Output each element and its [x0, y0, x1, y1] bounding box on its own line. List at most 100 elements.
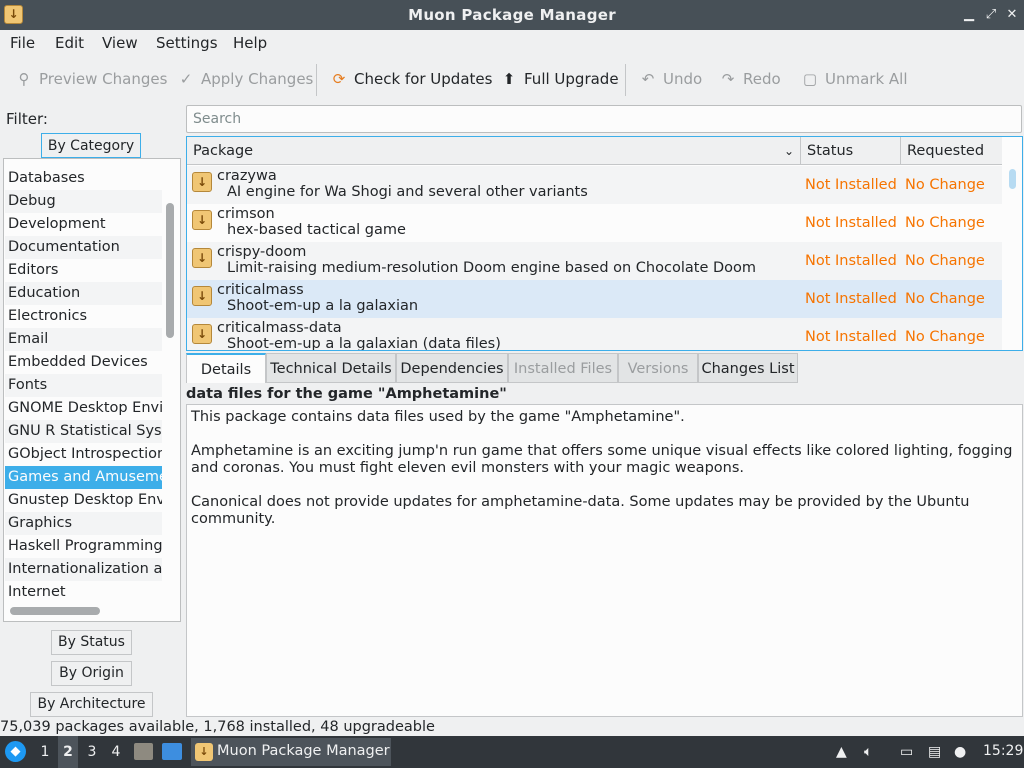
category-item[interactable]: GObject Introspection: [5, 443, 162, 466]
package-table: Package ⌄ Status Requested ↓ crazywa AI en…: [186, 136, 1023, 351]
column-requested[interactable]: Requested: [901, 137, 1001, 165]
package-vertical-scrollbar[interactable]: [1009, 169, 1016, 189]
unmark-all-button[interactable]: ▢ Unmark All: [802, 70, 908, 88]
tab-installed-files[interactable]: Installed Files: [508, 353, 618, 383]
search-icon: ⚲: [18, 70, 30, 88]
redo-button[interactable]: ↷ Redo: [720, 70, 781, 88]
updates-tray-icon[interactable]: ▲: [836, 744, 847, 760]
category-item[interactable]: Debug: [5, 190, 162, 213]
tab-versions[interactable]: Versions: [618, 353, 698, 383]
category-vertical-scrollbar[interactable]: [166, 203, 174, 338]
install-status-icon[interactable]: ↓: [192, 324, 212, 344]
category-item[interactable]: Electronics: [5, 305, 162, 328]
window-title: Muon Package Manager: [408, 6, 616, 24]
table-row[interactable]: ↓ criticalmass Shoot-em-up a la galaxian No…: [187, 280, 1002, 318]
desktop-3[interactable]: 3: [82, 736, 102, 768]
full-upgrade-button[interactable]: ⬆ Full Upgrade: [501, 70, 619, 88]
table-row[interactable]: ↓ crimson hex-based tactical game Not Insta…: [187, 204, 1002, 242]
category-item[interactable]: Internet: [5, 581, 162, 604]
volume-icon[interactable]: 🔈︎: [864, 744, 872, 760]
maximize-icon[interactable]: ⤢: [982, 6, 1000, 24]
close-icon[interactable]: ✕: [1003, 6, 1021, 24]
description-paragraph: Amphetamine is an exciting jump'n run ga…: [191, 443, 1013, 476]
category-item[interactable]: GNOME Desktop Envir: [5, 397, 162, 420]
tab-dependencies[interactable]: Dependencies: [396, 353, 508, 383]
category-item[interactable]: Development: [5, 213, 162, 236]
tab-by-status[interactable]: By Status: [51, 630, 132, 655]
category-item[interactable]: Documentation: [5, 236, 162, 259]
category-item[interactable]: Email: [5, 328, 162, 351]
tab-by-architecture[interactable]: By Architecture: [30, 692, 153, 717]
status-bar: 75,039 packages available, 1,768 install…: [0, 719, 435, 735]
desktop-1[interactable]: 1: [35, 736, 55, 768]
app-launcher-icon[interactable]: ◆: [5, 741, 26, 762]
table-row[interactable]: ↓ crispy-doom Limit-raising medium-resolut…: [187, 242, 1002, 280]
search-input[interactable]: [186, 105, 1022, 133]
category-item[interactable]: Games and Amusemer: [5, 466, 162, 489]
status-cell: Not Installed: [805, 215, 897, 231]
preview-changes-button[interactable]: ⚲ Preview Changes: [16, 70, 168, 88]
status-cell: Not Installed: [805, 253, 897, 269]
install-status-icon[interactable]: ↓: [192, 210, 212, 230]
category-item[interactable]: Databases: [5, 167, 162, 190]
menu-edit[interactable]: Edit: [55, 34, 84, 52]
category-item[interactable]: Internationalization an: [5, 558, 162, 581]
install-status-icon[interactable]: ↓: [192, 248, 212, 268]
taskbar: ◆ 1 2 3 4 ↓ Muon Package Manager ▲ 🔈︎ ▭ …: [0, 736, 1024, 768]
menu-bar: File Edit View Settings Help: [0, 30, 1024, 56]
column-package[interactable]: Package ⌄: [187, 137, 801, 165]
category-item[interactable]: Haskell Programming I: [5, 535, 162, 558]
package-description-short: hex-based tactical game: [227, 222, 406, 238]
redo-label: Redo: [743, 70, 781, 88]
redo-icon: ↷: [721, 70, 735, 88]
tab-changes-list[interactable]: Changes List: [698, 353, 798, 383]
category-item[interactable]: Education: [5, 282, 162, 305]
undo-label: Undo: [663, 70, 703, 88]
install-status-icon[interactable]: ↓: [192, 172, 212, 192]
check-for-updates-button[interactable]: ⟳ Check for Updates: [331, 70, 493, 88]
notification-icon[interactable]: ●: [954, 744, 966, 760]
upgrade-arrow-icon: ⬆: [502, 70, 516, 88]
file-manager-icon[interactable]: [134, 743, 153, 760]
menu-view[interactable]: View: [102, 34, 138, 52]
status-cell: Not Installed: [805, 329, 897, 345]
category-item[interactable]: GNU R Statistical Syste: [5, 420, 162, 443]
undo-button[interactable]: ↶ Undo: [640, 70, 702, 88]
category-item[interactable]: Embedded Devices: [5, 351, 162, 374]
network-icon[interactable]: ▭: [900, 744, 913, 760]
minimize-icon[interactable]: ▁: [960, 6, 978, 24]
category-horizontal-scrollbar[interactable]: [10, 607, 100, 615]
column-status[interactable]: Status: [801, 137, 901, 165]
unmark-all-label: Unmark All: [825, 70, 908, 88]
category-item[interactable]: Fonts: [5, 374, 162, 397]
install-status-icon[interactable]: ↓: [192, 286, 212, 306]
category-item[interactable]: Graphics: [5, 512, 162, 535]
toolbar: ⚲ Preview Changes ✓ Apply Changes ⟳ Chec…: [0, 58, 1024, 102]
menu-help[interactable]: Help: [233, 34, 267, 52]
requested-cell: No Change: [905, 215, 985, 231]
apply-changes-button[interactable]: ✓ Apply Changes: [178, 70, 314, 88]
tab-by-origin[interactable]: By Origin: [51, 661, 132, 686]
table-row[interactable]: ↓ criticalmass-data Shoot-em-up a la galax…: [187, 318, 1002, 350]
taskbar-task-muon[interactable]: ↓ Muon Package Manager: [191, 738, 391, 766]
menu-file[interactable]: File: [10, 34, 35, 52]
desktop-4[interactable]: 4: [106, 736, 126, 768]
tab-by-category[interactable]: By Category: [41, 133, 141, 159]
category-item[interactable]: Editors: [5, 259, 162, 282]
undo-icon: ↶: [641, 70, 655, 88]
show-desktop-icon[interactable]: [162, 743, 182, 760]
detail-tabs: Details Technical Details Dependencies I…: [186, 353, 1023, 383]
tab-details[interactable]: Details: [186, 353, 266, 383]
package-icon: ↓: [195, 743, 213, 761]
desktop-2[interactable]: 2: [58, 736, 78, 768]
category-item[interactable]: Gnustep Desktop Envir: [5, 489, 162, 512]
tab-technical-details[interactable]: Technical Details: [266, 353, 396, 383]
package-name: crazywa: [217, 168, 277, 184]
requested-cell: No Change: [905, 291, 985, 307]
menu-settings[interactable]: Settings: [156, 34, 218, 52]
package-description-short: Shoot-em-up a la galaxian: [227, 298, 419, 314]
table-row[interactable]: ↓ crazywa AI engine for Wa Shogi and sever…: [187, 166, 1002, 204]
clock: 15:29: [983, 743, 1024, 759]
apply-changes-label: Apply Changes: [201, 70, 314, 88]
clipboard-icon[interactable]: ▤: [928, 744, 941, 760]
